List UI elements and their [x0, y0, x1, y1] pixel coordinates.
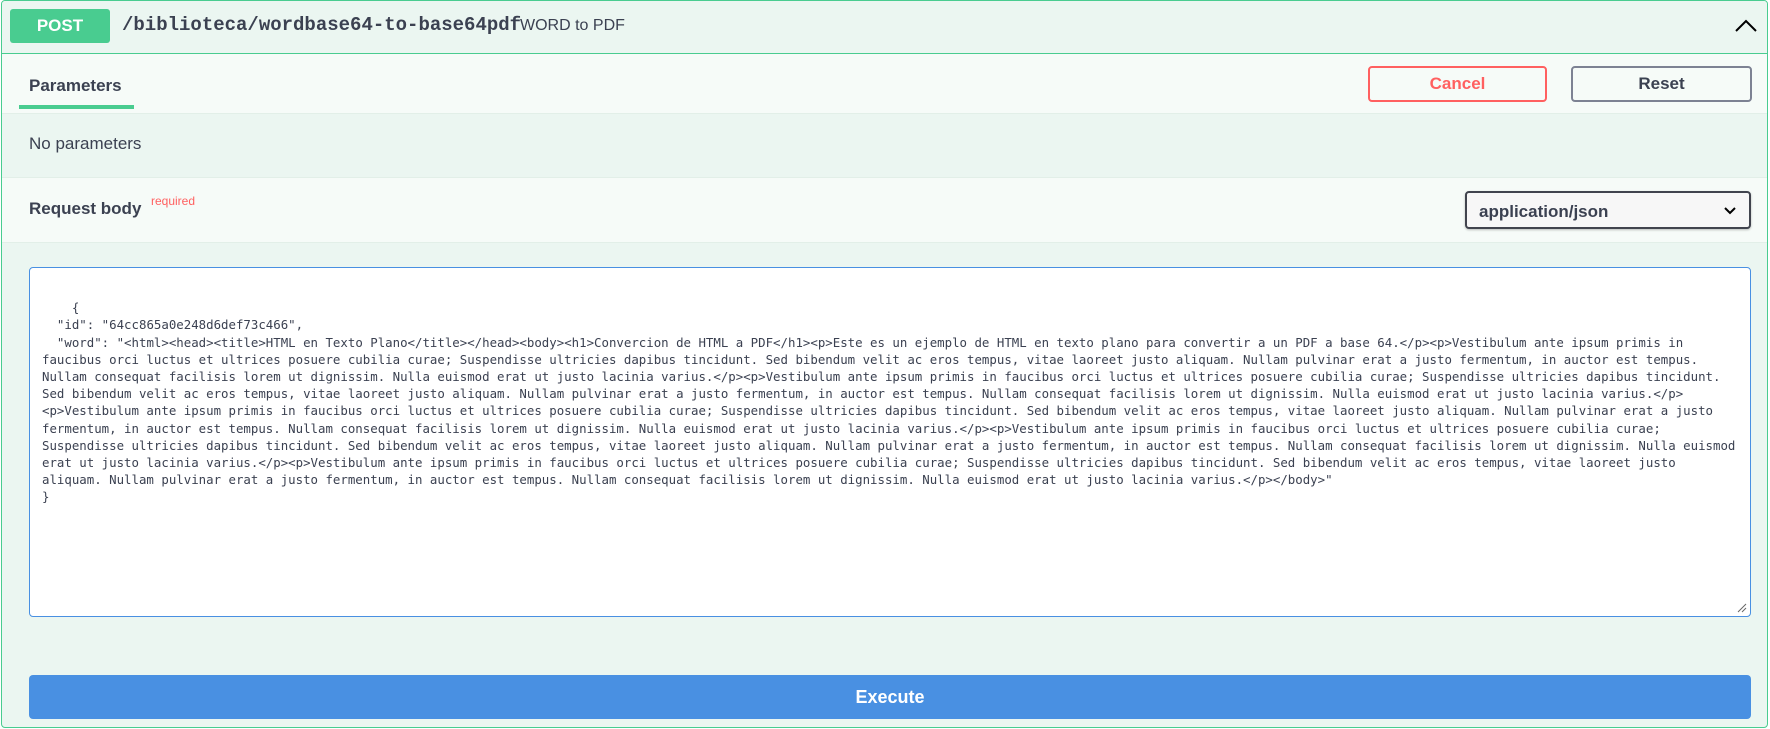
operation-block: POST /biblioteca/wordbase64-to-base64pdf… — [1, 0, 1768, 728]
required-label: required — [151, 194, 196, 208]
chevron-down-icon — [1724, 207, 1736, 215]
request-body-text: { "id": "64cc865a0e248d6def73c466", "wor… — [42, 300, 1736, 505]
tab-parameters[interactable]: Parameters — [29, 76, 122, 96]
resize-handle-icon[interactable] — [1737, 603, 1747, 613]
content-type-select[interactable]: application/json — [1465, 191, 1751, 229]
parameters-header: Parameters Cancel Reset — [2, 54, 1767, 114]
tab-active-indicator — [19, 105, 134, 109]
chevron-up-icon[interactable] — [1733, 13, 1759, 39]
content-type-value: application/json — [1479, 202, 1609, 221]
no-parameters-text: No parameters — [29, 134, 142, 153]
request-body-title: Request body — [29, 199, 142, 218]
reset-button[interactable]: Reset — [1571, 66, 1752, 102]
method-badge: POST — [10, 9, 110, 43]
execute-button[interactable]: Execute — [29, 675, 1751, 719]
request-body-editor[interactable]: { "id": "64cc865a0e248d6def73c466", "wor… — [29, 267, 1751, 617]
operation-path: /biblioteca/wordbase64-to-base64pdf — [122, 14, 522, 36]
operation-description: WORD to PDF — [520, 17, 625, 34]
operation-summary[interactable]: POST /biblioteca/wordbase64-to-base64pdf… — [2, 1, 1767, 54]
cancel-button[interactable]: Cancel — [1368, 66, 1547, 102]
